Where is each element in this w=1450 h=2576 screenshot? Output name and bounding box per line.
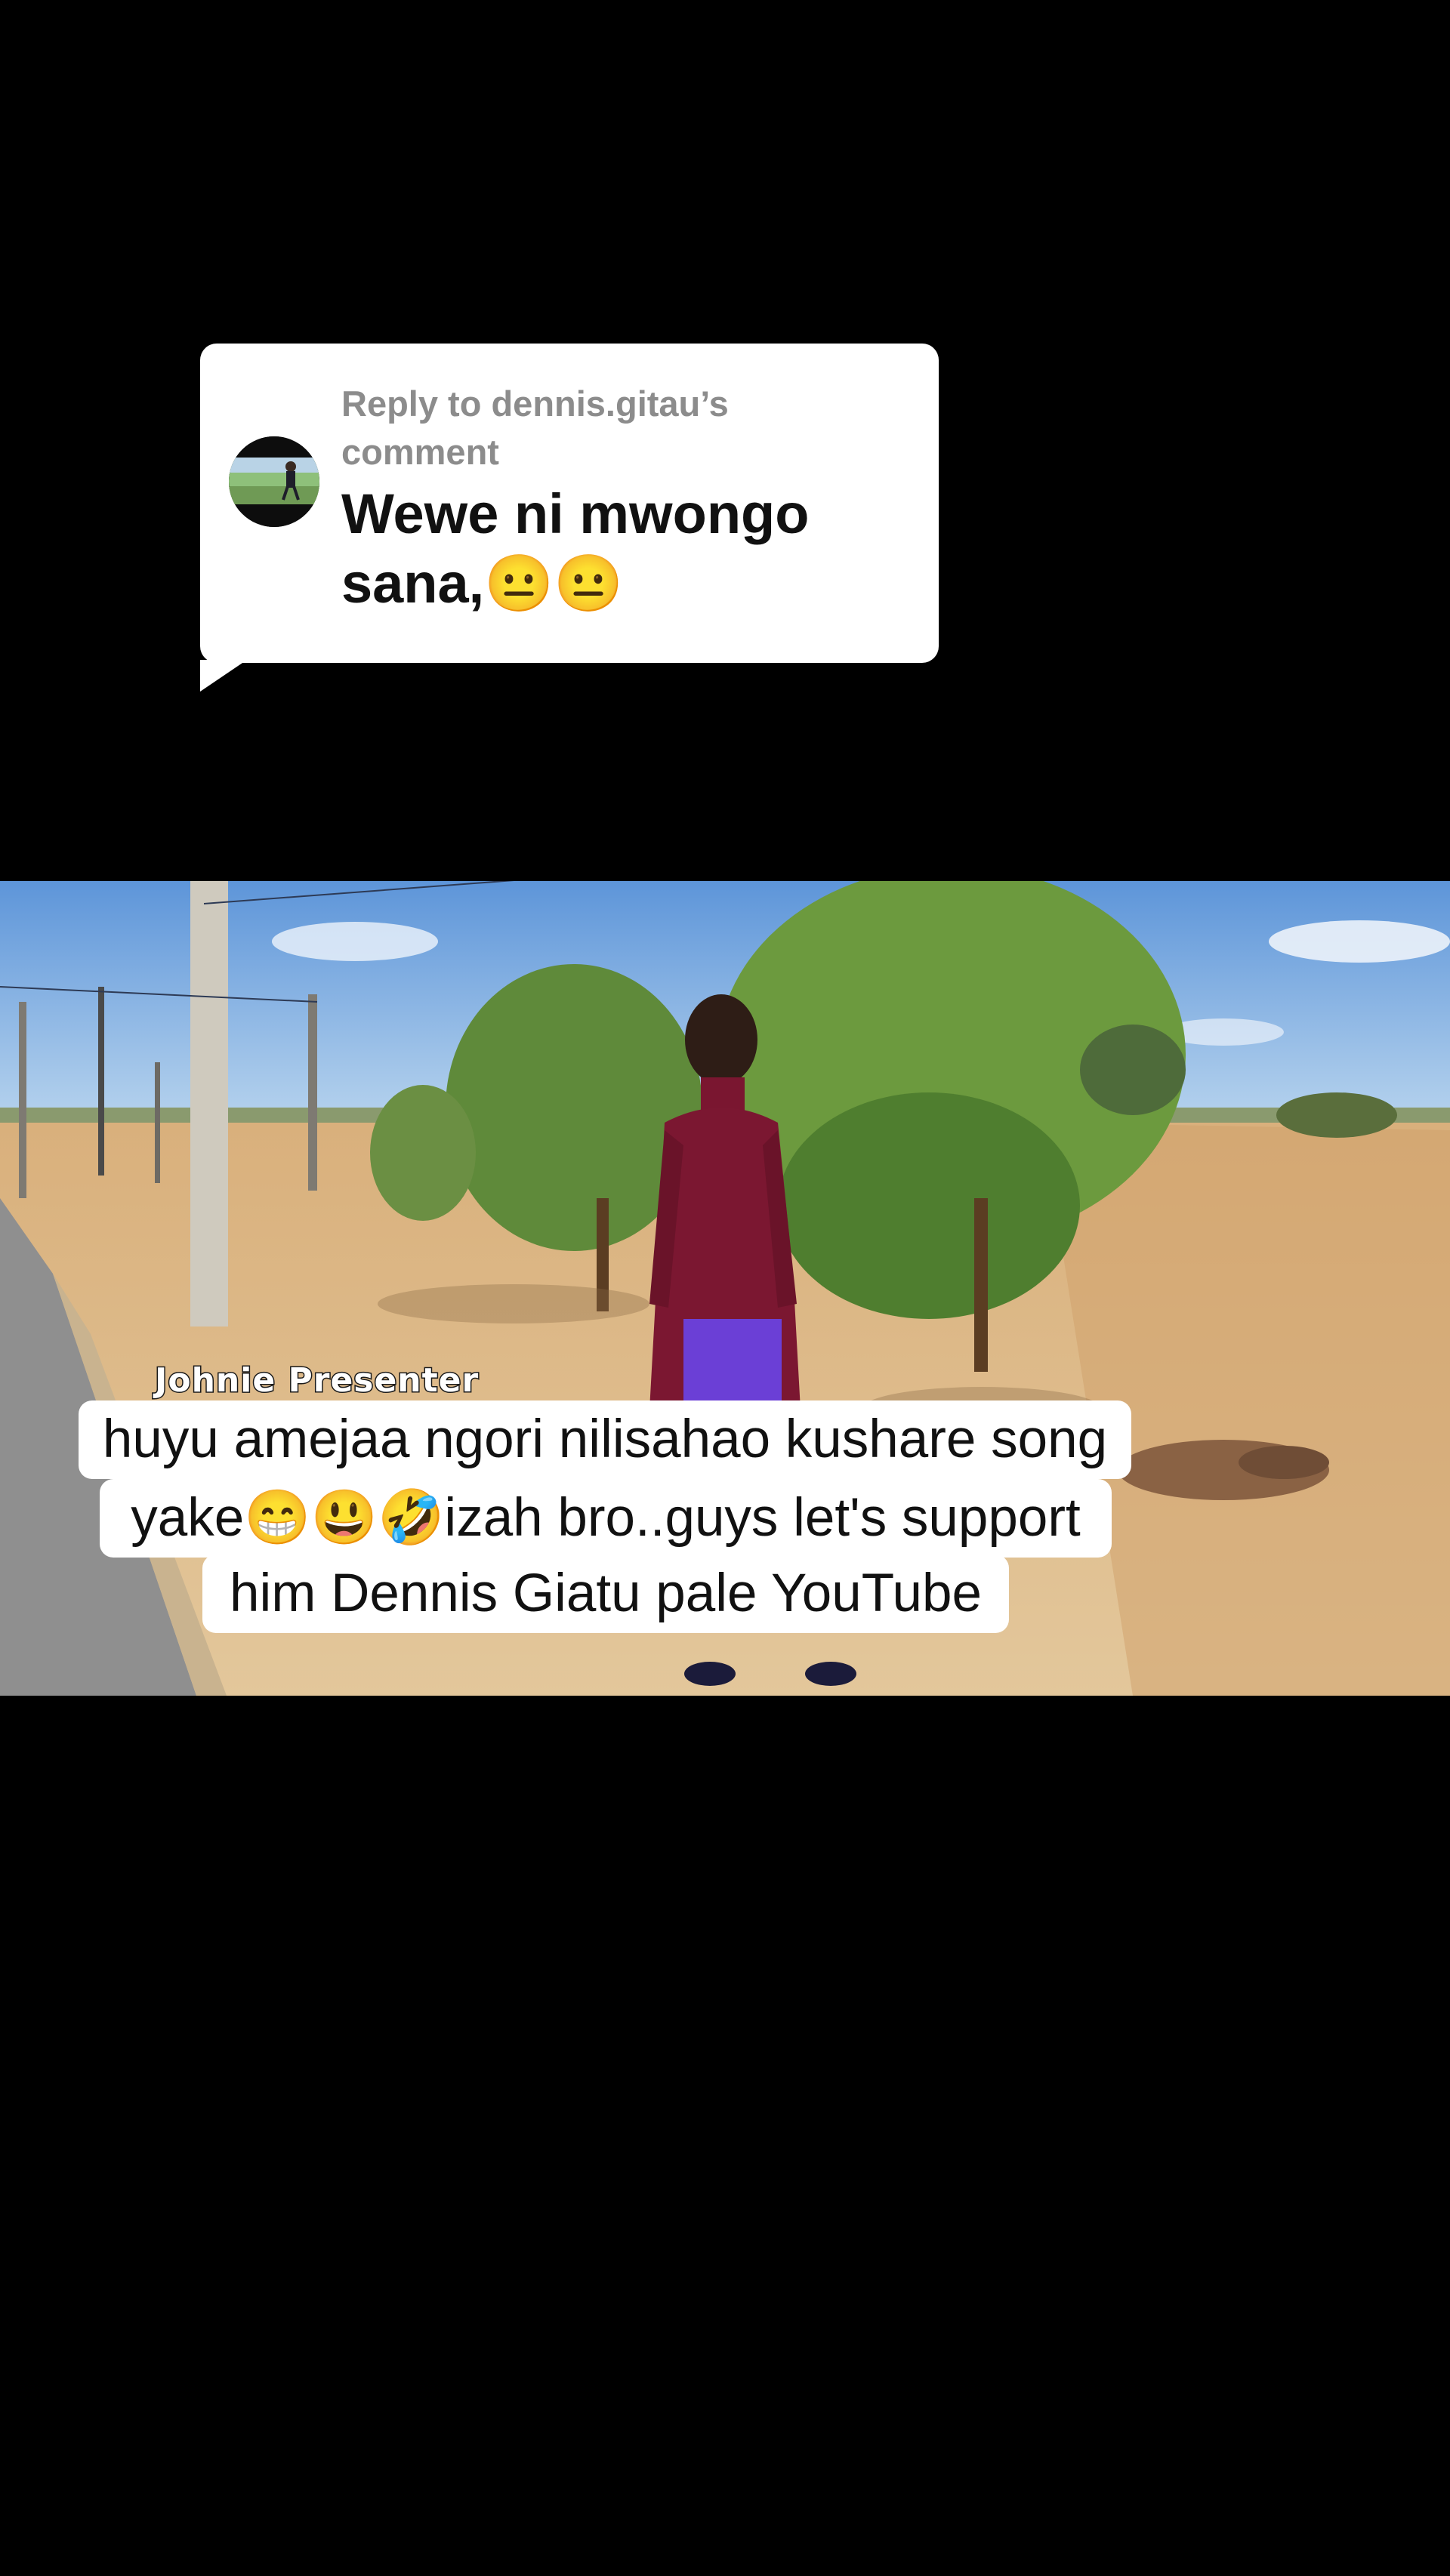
caption-line-3: him Dennis Giatu pale YouTube <box>202 1555 1009 1633</box>
bubble-tail <box>200 660 247 692</box>
reply-comment-bubble[interactable]: Reply to dennis.gitau’s comment Wewe ni … <box>200 344 939 692</box>
video-frame[interactable]: Johnie Presenter huyu amejaa ngori nilis… <box>0 881 1450 1696</box>
caption-line-1: huyu amejaa ngori nilisahao kushare song <box>79 1400 1131 1479</box>
reply-comment-text: Wewe ni mwongo sana,😐😐 <box>341 482 810 615</box>
reply-to-label: Reply to dennis.gitau’s comment <box>341 384 729 472</box>
caption-line-2: yake😁😃🤣izah bro..guys let's support <box>100 1479 1112 1558</box>
commenter-avatar[interactable] <box>229 436 319 527</box>
video-watermark: Johnie Presenter <box>153 1360 480 1401</box>
